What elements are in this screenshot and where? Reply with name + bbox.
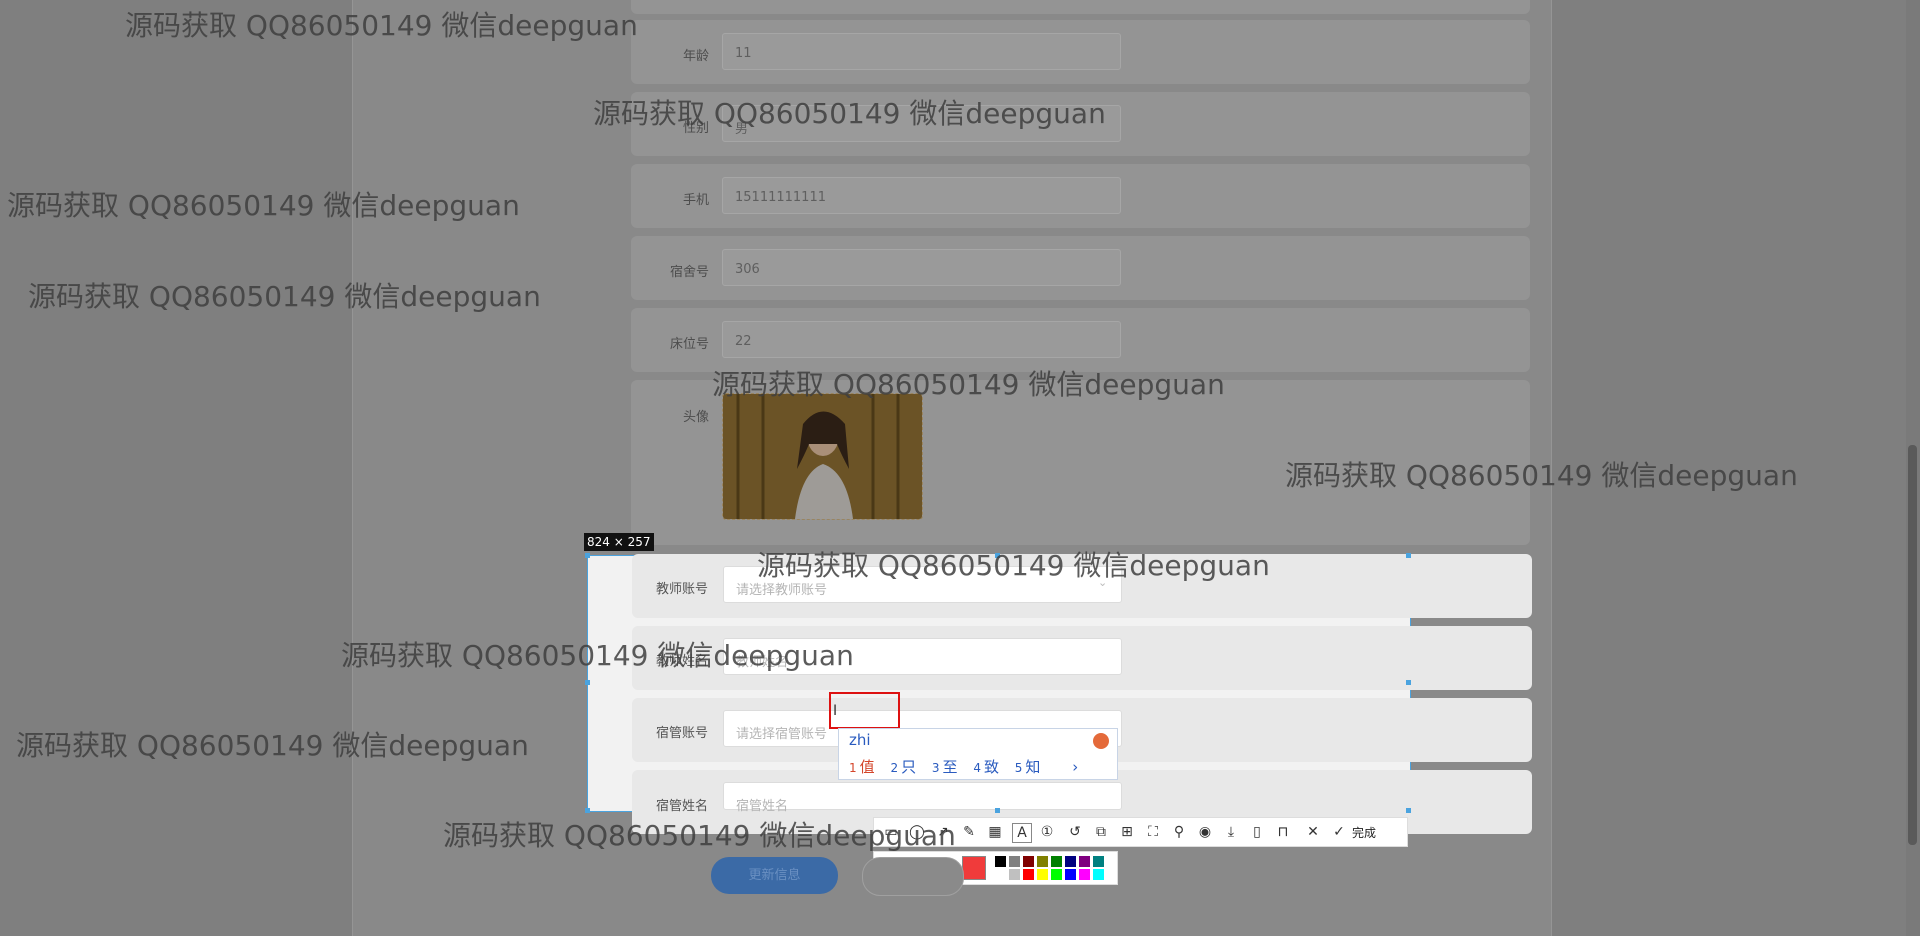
close-icon[interactable]: ✕: [1304, 823, 1322, 841]
dorm-no-label: 宿舍号: [670, 265, 710, 280]
ime-pinyin: zhi: [849, 731, 871, 749]
watermark: 源码获取 QQ86050149 微信deepguan: [28, 280, 541, 313]
ime-candidate-1[interactable]: 1值: [849, 758, 875, 776]
bookmark-icon[interactable]: ⊓: [1274, 823, 1292, 841]
pen-icon[interactable]: ✎: [960, 823, 978, 841]
ime-candidate-2[interactable]: 2只: [890, 758, 916, 776]
resize-handle-br[interactable]: [1406, 808, 1411, 813]
ime-candidates: 1值 2只 3至 4致 5知 ›: [849, 756, 1078, 777]
ime-candidate-window[interactable]: zhi 1值 2只 3至 4致 5知 ›: [838, 728, 1118, 780]
resize-handle-bc[interactable]: [995, 808, 1000, 813]
text-cursor-icon: I: [833, 703, 838, 719]
color-swatch[interactable]: [1093, 856, 1104, 867]
color-swatch[interactable]: [1079, 856, 1090, 867]
dorm-manager-name-field[interactable]: 宿管姓名: [723, 782, 1122, 814]
dorm-manager-name-label: 宿管姓名: [656, 799, 709, 814]
watermark: 源码获取 QQ86050149 微信deepguan: [125, 9, 638, 42]
phone-field[interactable]: 15111111111: [722, 177, 1121, 214]
done-button[interactable]: 完成: [1352, 824, 1376, 841]
form-row-top: [631, 0, 1530, 14]
color-swatch[interactable]: [1023, 856, 1034, 867]
age-label: 年龄: [683, 49, 710, 64]
watermark: 源码获取 QQ86050149 微信deepguan: [757, 549, 1270, 582]
color-swatch[interactable]: [1079, 869, 1090, 880]
watermark: 源码获取 QQ86050149 微信deepguan: [443, 819, 956, 852]
color-swatch[interactable]: [1093, 869, 1104, 880]
avatar-label: 头像: [683, 410, 710, 425]
number-marker-icon[interactable]: ①: [1038, 823, 1056, 841]
phone-label: 手机: [683, 193, 710, 208]
ime-candidate-5[interactable]: 5知: [1015, 758, 1041, 776]
watermark: 源码获取 QQ86050149 微信deepguan: [341, 639, 854, 672]
color-swatch[interactable]: [1065, 856, 1076, 867]
watermark: 源码获取 QQ86050149 微信deepguan: [16, 729, 529, 762]
mosaic-icon[interactable]: ▦: [986, 823, 1004, 841]
color-swatch[interactable]: [995, 856, 1006, 867]
record-icon[interactable]: ◉: [1196, 823, 1214, 841]
color-swatch[interactable]: [1065, 869, 1076, 880]
age-field[interactable]: 11: [722, 33, 1121, 70]
ime-next-page-icon[interactable]: ›: [1072, 758, 1078, 776]
teacher-account-label: 教师账号: [656, 582, 709, 597]
color-swatch[interactable]: [1009, 869, 1020, 880]
bed-no-field[interactable]: 22: [722, 321, 1121, 358]
dorm-manager-account-label: 宿管账号: [656, 726, 709, 741]
watermark: 源码获取 QQ86050149 微信deepguan: [593, 97, 1106, 130]
color-swatch[interactable]: [1009, 856, 1020, 867]
selection-dimension-label: 824 × 257: [584, 533, 654, 551]
dorm-no-field[interactable]: 306: [722, 249, 1121, 286]
color-swatch[interactable]: [1037, 856, 1048, 867]
color-swatch[interactable]: [1023, 869, 1034, 880]
check-icon[interactable]: ✓: [1330, 823, 1348, 841]
resize-handle-tl[interactable]: [585, 553, 590, 558]
text-tool-icon[interactable]: A: [1012, 823, 1032, 843]
resize-handle-mr[interactable]: [1406, 680, 1411, 685]
selected-color-swatch[interactable]: [962, 856, 986, 880]
resize-handle-bl[interactable]: [585, 808, 590, 813]
ocr-icon[interactable]: ⊞: [1118, 823, 1136, 841]
watermark: 源码获取 QQ86050149 微信deepguan: [7, 189, 520, 222]
resize-handle-tr[interactable]: [1406, 553, 1411, 558]
text-annotation-box[interactable]: [829, 692, 900, 729]
color-swatch[interactable]: [1037, 869, 1048, 880]
phone-icon[interactable]: ▯: [1248, 823, 1266, 841]
watermark: 源码获取 QQ86050149 微信deepguan: [712, 368, 1225, 401]
translate-icon[interactable]: ⧉: [1092, 823, 1110, 841]
watermark: 源码获取 QQ86050149 微信deepguan: [1285, 459, 1798, 492]
avatar-image[interactable]: [722, 393, 923, 520]
color-swatch[interactable]: [995, 869, 1006, 880]
long-screenshot-icon[interactable]: ⛶: [1144, 823, 1162, 841]
ime-logo-icon: [1093, 733, 1109, 749]
ime-candidate-4[interactable]: 4致: [973, 758, 999, 776]
secondary-button[interactable]: [862, 857, 964, 896]
resize-handle-ml[interactable]: [585, 680, 590, 685]
update-button[interactable]: 更新信息: [711, 857, 838, 894]
color-swatch[interactable]: [1051, 856, 1062, 867]
undo-icon[interactable]: ↺: [1066, 823, 1084, 841]
bed-no-label: 床位号: [670, 337, 710, 352]
pin-icon[interactable]: ⚲: [1170, 823, 1188, 841]
color-swatch[interactable]: [1051, 869, 1062, 880]
scrollbar-thumb[interactable]: [1908, 445, 1917, 845]
ime-candidate-3[interactable]: 3至: [932, 758, 958, 776]
download-icon[interactable]: ⤓: [1222, 823, 1240, 841]
